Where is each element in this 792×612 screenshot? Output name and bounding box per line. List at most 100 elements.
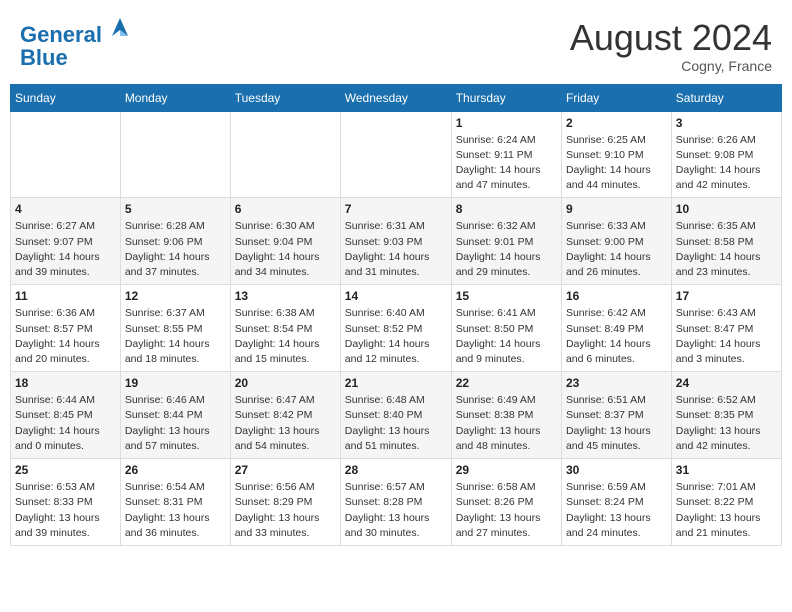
day-number: 19 [125,376,226,390]
calendar-cell [340,111,451,198]
calendar-week-row: 11 Sunrise: 6:36 AM Sunset: 8:57 PM Dayli… [11,285,782,372]
calendar-week-row: 25Sunrise: 6:53 AM Sunset: 8:33 PM Dayli… [11,459,782,546]
weekday-header-tuesday: Tuesday [230,84,340,111]
day-info: Sunrise: 6:51 AM Sunset: 8:37 PM Dayligh… [566,393,667,454]
logo-blue: Blue [20,47,130,69]
month-year: August 2024 [570,18,772,58]
calendar-cell: 12 Sunrise: 6:37 AM Sunset: 8:55 PM Dayli… [120,285,230,372]
calendar-table: SundayMondayTuesdayWednesdayThursdayFrid… [10,84,782,546]
day-number: 12 [125,289,226,303]
calendar-cell: 8 Sunrise: 6:32 AM Sunset: 9:01 PM Daylig… [451,198,561,285]
calendar-cell: 27 Sunrise: 6:56 AM Sunset: 8:29 PM Dayli… [230,459,340,546]
day-info: Sunrise: 6:28 AM Sunset: 9:06 PM Dayligh… [125,219,226,280]
day-info: Sunrise: 6:54 AM Sunset: 8:31 PM Dayligh… [125,480,226,541]
calendar-week-row: 18 Sunrise: 6:44 AM Sunset: 8:45 PM Dayli… [11,372,782,459]
calendar-cell: 25Sunrise: 6:53 AM Sunset: 8:33 PM Dayli… [11,459,121,546]
day-info: Sunrise: 6:48 AM Sunset: 8:40 PM Dayligh… [345,393,447,454]
day-info: Sunrise: 6:30 AM Sunset: 9:04 PM Dayligh… [235,219,336,280]
day-info: Sunrise: 6:33 AM Sunset: 9:00 PM Dayligh… [566,219,667,280]
day-info: Sunrise: 6:32 AM Sunset: 9:01 PM Dayligh… [456,219,557,280]
weekday-header-thursday: Thursday [451,84,561,111]
calendar-cell: 13 Sunrise: 6:38 AM Sunset: 8:54 PM Dayli… [230,285,340,372]
calendar-cell: 15Sunrise: 6:41 AM Sunset: 8:50 PM Dayli… [451,285,561,372]
calendar-week-row: 4Sunrise: 6:27 AM Sunset: 9:07 PM Daylig… [11,198,782,285]
calendar-cell: 5 Sunrise: 6:28 AM Sunset: 9:06 PM Daylig… [120,198,230,285]
day-info: Sunrise: 6:56 AM Sunset: 8:29 PM Dayligh… [235,480,336,541]
calendar-cell: 1Sunrise: 6:24 AM Sunset: 9:11 PM Daylig… [451,111,561,198]
day-info: Sunrise: 6:49 AM Sunset: 8:38 PM Dayligh… [456,393,557,454]
calendar-cell: 9 Sunrise: 6:33 AM Sunset: 9:00 PM Daylig… [561,198,671,285]
day-number: 28 [345,463,447,477]
day-info: Sunrise: 6:57 AM Sunset: 8:28 PM Dayligh… [345,480,447,541]
calendar-cell: 26 Sunrise: 6:54 AM Sunset: 8:31 PM Dayli… [120,459,230,546]
day-number: 9 [566,202,667,216]
calendar-cell: 30 Sunrise: 6:59 AM Sunset: 8:24 PM Dayli… [561,459,671,546]
calendar-cell: 23 Sunrise: 6:51 AM Sunset: 8:37 PM Dayli… [561,372,671,459]
calendar-cell [230,111,340,198]
day-info: Sunrise: 6:59 AM Sunset: 8:24 PM Dayligh… [566,480,667,541]
day-number: 5 [125,202,226,216]
day-number: 18 [15,376,116,390]
calendar-cell [11,111,121,198]
day-info: Sunrise: 6:58 AM Sunset: 8:26 PM Dayligh… [456,480,557,541]
day-info: Sunrise: 6:37 AM Sunset: 8:55 PM Dayligh… [125,306,226,367]
calendar-cell: 28 Sunrise: 6:57 AM Sunset: 8:28 PM Dayli… [340,459,451,546]
day-info: Sunrise: 6:43 AM Sunset: 8:47 PM Dayligh… [676,306,777,367]
day-info: Sunrise: 6:35 AM Sunset: 8:58 PM Dayligh… [676,219,777,280]
calendar-cell: 2 Sunrise: 6:25 AM Sunset: 9:10 PM Daylig… [561,111,671,198]
day-number: 7 [345,202,447,216]
location: Cogny, France [570,58,772,74]
title-block: August 2024 Cogny, France [570,18,772,74]
day-number: 6 [235,202,336,216]
day-number: 29 [456,463,557,477]
day-number: 31 [676,463,777,477]
weekday-header-saturday: Saturday [671,84,781,111]
day-number: 3 [676,116,777,130]
day-number: 23 [566,376,667,390]
day-info: Sunrise: 6:25 AM Sunset: 9:10 PM Dayligh… [566,133,667,194]
calendar-cell: 29 Sunrise: 6:58 AM Sunset: 8:26 PM Dayli… [451,459,561,546]
calendar-cell: 19 Sunrise: 6:46 AM Sunset: 8:44 PM Dayli… [120,372,230,459]
day-info: Sunrise: 7:01 AM Sunset: 8:22 PM Dayligh… [676,480,777,541]
logo-icon [110,16,130,40]
weekday-header-wednesday: Wednesday [340,84,451,111]
calendar-cell: 22Sunrise: 6:49 AM Sunset: 8:38 PM Dayli… [451,372,561,459]
day-info: Sunrise: 6:31 AM Sunset: 9:03 PM Dayligh… [345,219,447,280]
day-number: 16 [566,289,667,303]
day-number: 26 [125,463,226,477]
calendar-cell: 24Sunrise: 6:52 AM Sunset: 8:35 PM Dayli… [671,372,781,459]
day-number: 13 [235,289,336,303]
day-info: Sunrise: 6:44 AM Sunset: 8:45 PM Dayligh… [15,393,116,454]
calendar-cell [120,111,230,198]
calendar-week-row: 1Sunrise: 6:24 AM Sunset: 9:11 PM Daylig… [11,111,782,198]
day-info: Sunrise: 6:36 AM Sunset: 8:57 PM Dayligh… [15,306,116,367]
day-info: Sunrise: 6:42 AM Sunset: 8:49 PM Dayligh… [566,306,667,367]
day-number: 20 [235,376,336,390]
weekday-header-monday: Monday [120,84,230,111]
weekday-header-sunday: Sunday [11,84,121,111]
day-info: Sunrise: 6:38 AM Sunset: 8:54 PM Dayligh… [235,306,336,367]
day-number: 30 [566,463,667,477]
day-number: 1 [456,116,557,130]
day-number: 24 [676,376,777,390]
day-number: 25 [15,463,116,477]
calendar-cell: 10 Sunrise: 6:35 AM Sunset: 8:58 PM Dayli… [671,198,781,285]
calendar-cell: 31 Sunrise: 7:01 AM Sunset: 8:22 PM Dayli… [671,459,781,546]
logo-text: General [20,18,130,47]
day-number: 17 [676,289,777,303]
calendar-cell: 21Sunrise: 6:48 AM Sunset: 8:40 PM Dayli… [340,372,451,459]
day-number: 11 [15,289,116,303]
day-number: 27 [235,463,336,477]
calendar-cell: 20 Sunrise: 6:47 AM Sunset: 8:42 PM Dayli… [230,372,340,459]
day-number: 2 [566,116,667,130]
day-number: 8 [456,202,557,216]
day-info: Sunrise: 6:47 AM Sunset: 8:42 PM Dayligh… [235,393,336,454]
calendar-cell: 4Sunrise: 6:27 AM Sunset: 9:07 PM Daylig… [11,198,121,285]
day-number: 10 [676,202,777,216]
day-number: 14 [345,289,447,303]
calendar-cell: 16 Sunrise: 6:42 AM Sunset: 8:49 PM Dayli… [561,285,671,372]
page-header: General Blue August 2024 Cogny, France [10,10,782,78]
day-info: Sunrise: 6:46 AM Sunset: 8:44 PM Dayligh… [125,393,226,454]
day-info: Sunrise: 6:27 AM Sunset: 9:07 PM Dayligh… [15,219,116,280]
day-info: Sunrise: 6:26 AM Sunset: 9:08 PM Dayligh… [676,133,777,194]
